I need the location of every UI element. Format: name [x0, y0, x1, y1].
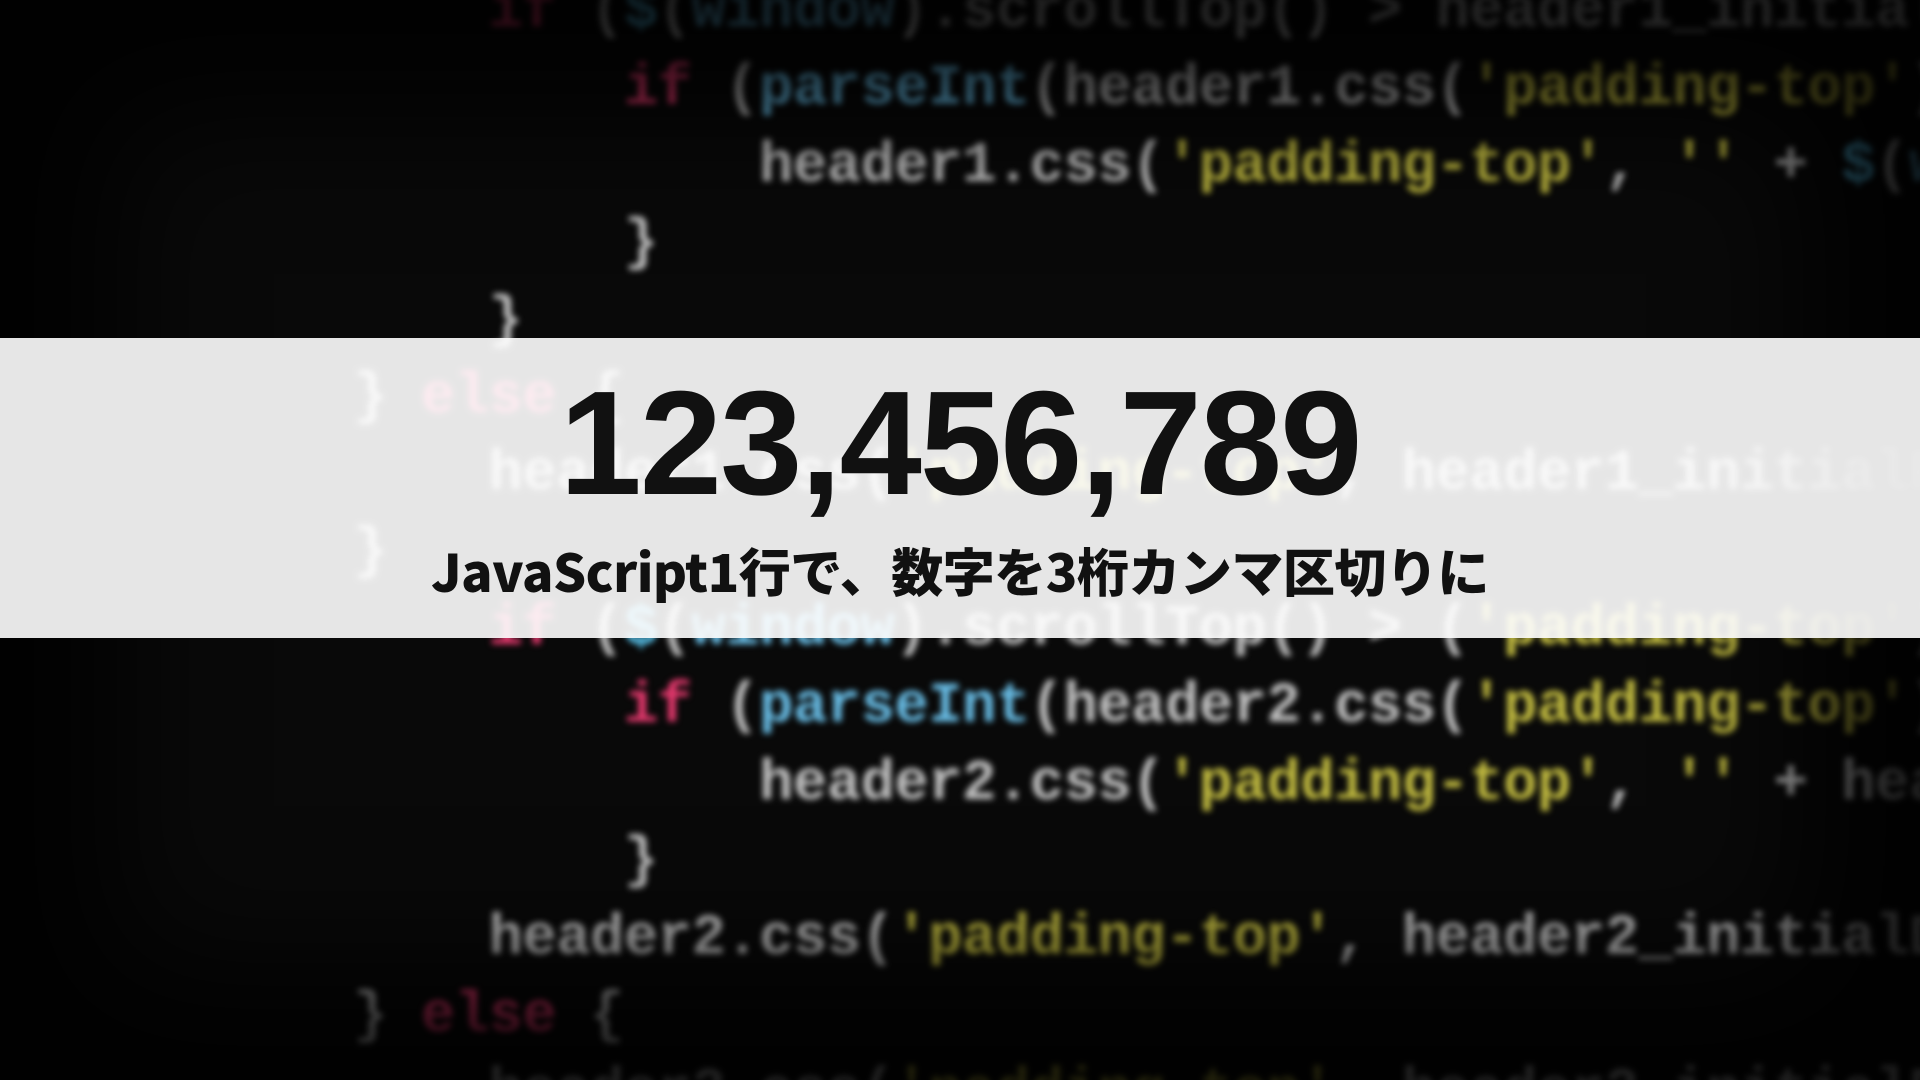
headline-number: 123,456,789 — [559, 370, 1360, 518]
headline-subtitle: JavaScript1行で、数字を3桁カンマ区切りに — [431, 532, 1489, 607]
hero-image: if ($(window).scrollTop() > header1_init… — [0, 0, 1920, 1080]
title-band: 123,456,789 JavaScript1行で、数字を3桁カンマ区切りに — [0, 338, 1920, 638]
